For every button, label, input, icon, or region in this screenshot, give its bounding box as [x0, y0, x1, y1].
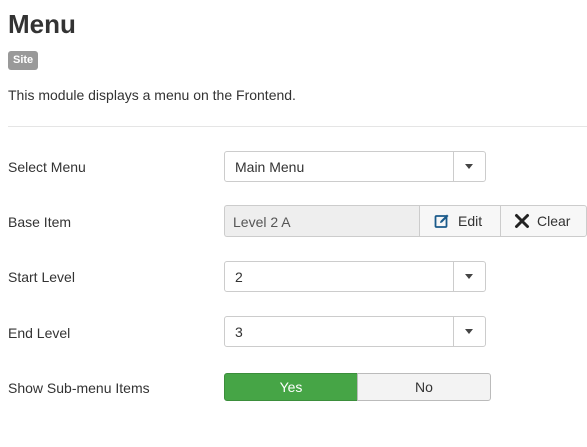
- edit-button-label: Edit: [458, 213, 483, 229]
- module-description: This module displays a menu on the Front…: [8, 87, 296, 103]
- caret-down-icon: [465, 329, 473, 334]
- show-submenu-toggle: Yes No: [224, 373, 491, 401]
- module-edit-page: Menu Site This module displays a menu on…: [0, 0, 587, 447]
- start-level-dropdown[interactable]: 2: [224, 261, 486, 292]
- show-submenu-label: Show Sub-menu Items: [8, 380, 150, 396]
- base-item-value: Level 2 A: [233, 214, 291, 230]
- base-item-field: Level 2 A: [224, 205, 420, 237]
- end-level-value: 3: [235, 324, 243, 340]
- edit-icon: [434, 214, 449, 228]
- dropdown-toggle[interactable]: [453, 262, 485, 291]
- base-item-label: Base Item: [8, 214, 72, 230]
- caret-down-icon: [465, 164, 473, 169]
- no-option[interactable]: No: [357, 373, 491, 401]
- dropdown-toggle[interactable]: [453, 152, 485, 181]
- site-badge: Site: [8, 51, 39, 70]
- clear-button[interactable]: Clear: [500, 205, 587, 237]
- divider: [8, 126, 587, 127]
- end-level-dropdown[interactable]: 3: [224, 316, 486, 347]
- select-menu-label: Select Menu: [8, 159, 86, 175]
- page-title: Menu: [8, 9, 76, 39]
- start-level-value: 2: [235, 269, 243, 285]
- edit-button[interactable]: Edit: [419, 205, 501, 237]
- start-level-label: Start Level: [8, 269, 75, 285]
- dropdown-toggle[interactable]: [453, 317, 485, 346]
- caret-down-icon: [465, 274, 473, 279]
- select-menu-value: Main Menu: [235, 159, 305, 175]
- close-icon: [515, 214, 529, 228]
- end-level-label: End Level: [8, 325, 71, 341]
- yes-option[interactable]: Yes: [224, 373, 358, 401]
- clear-button-label: Clear: [537, 213, 571, 229]
- select-menu-dropdown[interactable]: Main Menu: [224, 151, 486, 182]
